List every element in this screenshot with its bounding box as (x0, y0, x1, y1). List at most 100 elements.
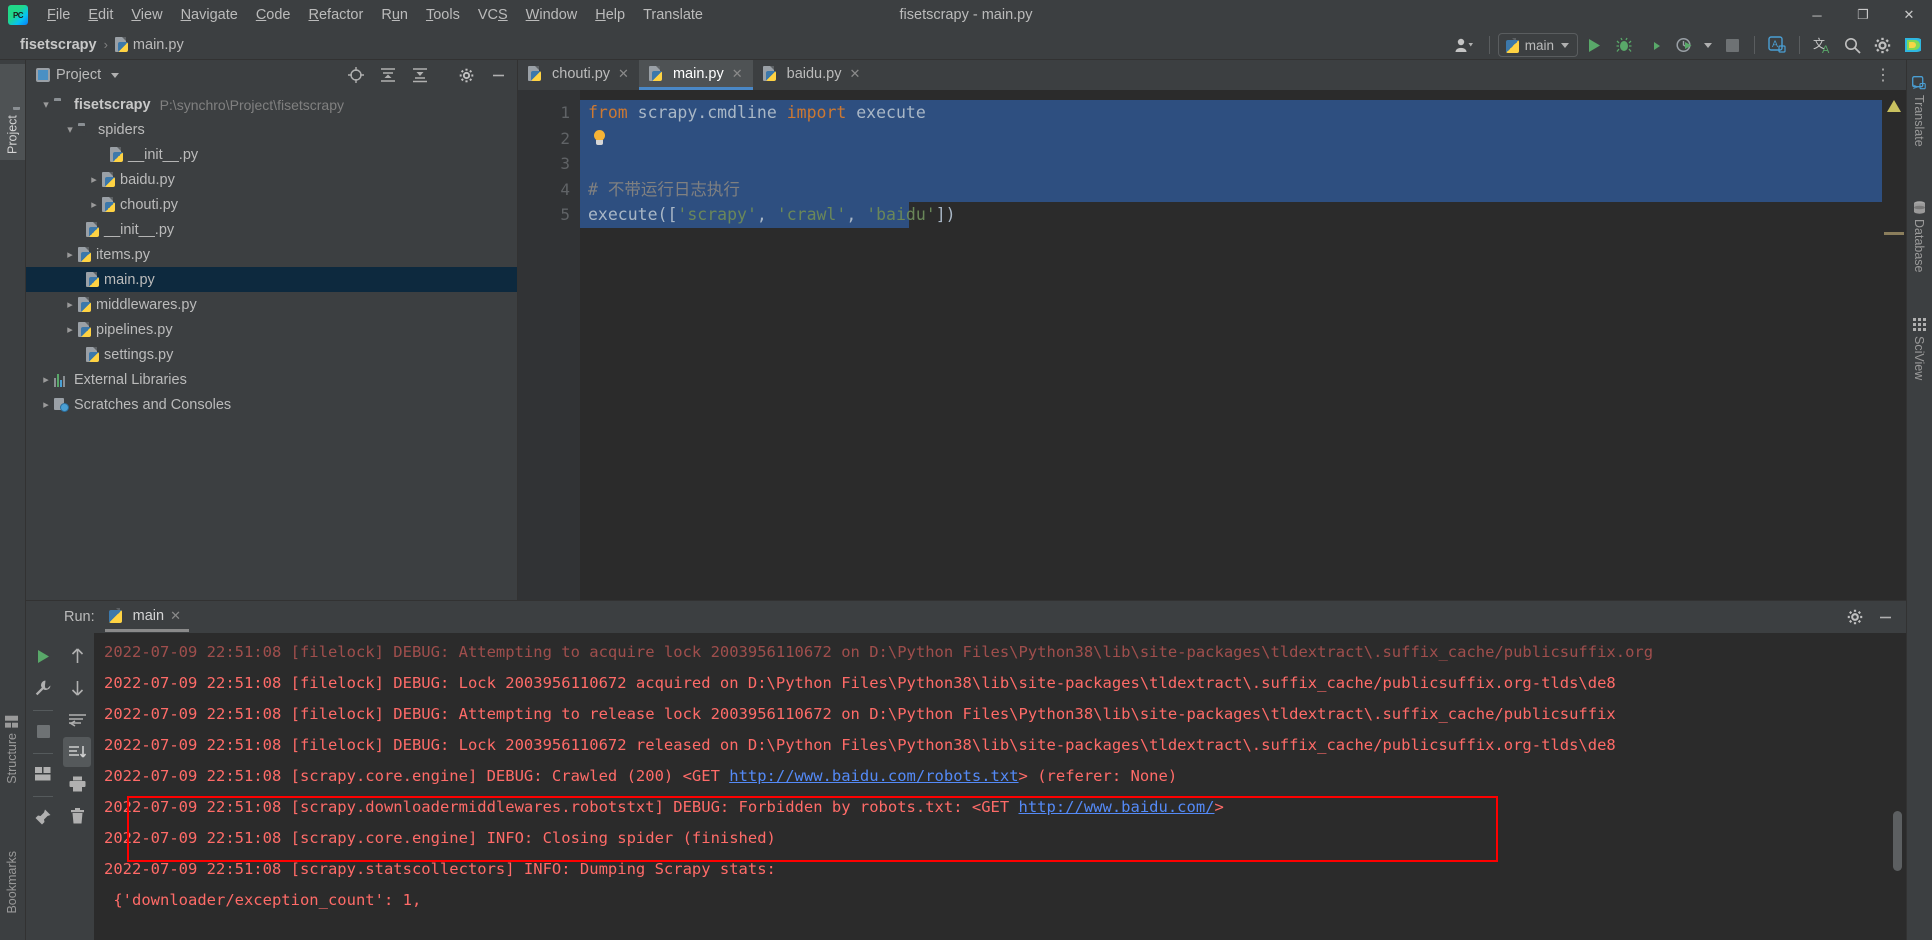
chevron-right-icon[interactable]: ▸ (62, 297, 78, 313)
code-line-3[interactable] (580, 151, 1882, 177)
run-configuration-selector[interactable]: main (1497, 33, 1578, 57)
menu-vcs[interactable]: VCS (469, 4, 517, 26)
run-button[interactable] (1580, 32, 1608, 58)
menu-refactor[interactable]: Refactor (300, 4, 373, 26)
profile-dropdown-button[interactable] (1700, 32, 1716, 58)
chevron-right-icon[interactable]: ▸ (86, 172, 102, 188)
close-icon[interactable]: ✕ (170, 608, 181, 624)
rainbow-plugin-icon[interactable] (1898, 32, 1926, 58)
code-line-4[interactable]: # 不带运行日志执行 (580, 176, 1882, 202)
chevron-down-icon[interactable] (111, 72, 120, 78)
maximize-button[interactable]: ❐ (1840, 0, 1886, 30)
clear-all-button[interactable] (63, 801, 91, 831)
console-scrollbar[interactable] (1893, 811, 1902, 871)
breadcrumb-file[interactable]: main.py (133, 37, 184, 53)
tree-row-middlewares[interactable]: ▸ middlewares.py (26, 292, 517, 317)
sidebar-item-project[interactable]: Project (0, 64, 25, 160)
more-options-icon[interactable]: ⋮ (1869, 65, 1898, 85)
chevron-right-icon[interactable]: ▸ (38, 397, 54, 413)
menu-run[interactable]: Run (372, 4, 417, 26)
tree-row-fisetscrapy[interactable]: ▾ fisetscrapy P:\synchro\Project\fisetsc… (26, 92, 517, 117)
code-line-5[interactable]: execute(['scrapy', 'crawl', 'baidu']) (580, 202, 956, 228)
code-line-2[interactable] (580, 125, 1882, 151)
tree-row-spiders-init[interactable]: __init__.py (26, 142, 517, 167)
tree-row-scratches[interactable]: ▸ Scratches and Consoles (26, 392, 517, 417)
warning-triangle-icon[interactable] (1887, 100, 1901, 112)
expand-all-button[interactable] (375, 63, 401, 87)
sidebar-item-sciview[interactable]: SciView (1907, 312, 1931, 386)
sidebar-item-structure[interactable]: Structure (0, 709, 24, 790)
editor-tab-main[interactable]: main.py ✕ (638, 60, 753, 90)
tree-row-pipelines[interactable]: ▸ pipelines.py (26, 317, 517, 342)
close-icon[interactable]: ✕ (732, 66, 743, 82)
editor-tab-chouti[interactable]: chouti.py ✕ (518, 60, 639, 90)
rerun-button[interactable] (29, 641, 57, 671)
stop-button[interactable] (29, 716, 57, 746)
print-button[interactable] (63, 769, 91, 799)
soft-wrap-button[interactable] (63, 705, 91, 735)
stop-button[interactable] (1718, 32, 1746, 58)
gear-icon[interactable] (1868, 32, 1896, 58)
console-link[interactable]: http://www.baidu.com/ (1019, 798, 1215, 816)
close-icon[interactable]: ✕ (618, 66, 629, 82)
project-tree[interactable]: ▾ fisetscrapy P:\synchro\Project\fisetsc… (26, 90, 517, 600)
down-stack-button[interactable] (63, 673, 91, 703)
chevron-right-icon[interactable]: ▸ (62, 247, 78, 263)
user-avatar-icon[interactable] (1447, 32, 1481, 58)
code-line-1[interactable]: from scrapy.cmdline import execute (580, 100, 1882, 126)
sidebar-item-bookmarks[interactable]: Bookmarks (0, 845, 24, 920)
collapse-all-button[interactable] (407, 63, 433, 87)
code-editor[interactable]: 1 2 3 4 5 from scrapy.cmdline import exe… (518, 90, 1906, 600)
debug-button[interactable] (1610, 32, 1638, 58)
run-with-coverage-button[interactable] (1640, 32, 1668, 58)
translate-chars-icon[interactable]: 文A (1808, 32, 1836, 58)
menu-tools[interactable]: Tools (417, 4, 469, 26)
tree-row-settings[interactable]: settings.py (26, 342, 517, 367)
run-settings-button[interactable] (1842, 605, 1868, 629)
up-stack-button[interactable] (63, 641, 91, 671)
editor-tab-baidu[interactable]: baidu.py ✕ (753, 60, 871, 90)
tree-row-chouti[interactable]: ▸ chouti.py (26, 192, 517, 217)
console-output[interactable]: 2022-07-09 22:51:08 [filelock] DEBUG: At… (94, 633, 1906, 940)
close-button[interactable]: ✕ (1886, 0, 1932, 30)
chevron-right-icon[interactable]: ▸ (62, 322, 78, 338)
select-opened-file-button[interactable] (343, 63, 369, 87)
intention-bulb-icon[interactable] (592, 129, 607, 147)
sidebar-item-translate[interactable]: A Translate (1907, 70, 1931, 153)
tree-row-init[interactable]: __init__.py (26, 217, 517, 242)
tree-row-spiders[interactable]: ▾ spiders (26, 117, 517, 142)
menu-view[interactable]: View (122, 4, 171, 26)
menu-edit[interactable]: Edit (79, 4, 122, 26)
hide-panel-button[interactable] (485, 63, 511, 87)
tree-row-items[interactable]: ▸ items.py (26, 242, 517, 267)
translate-box-icon[interactable]: A (1763, 32, 1791, 58)
menu-file[interactable]: File (38, 4, 79, 26)
chevron-down-icon[interactable]: ▾ (62, 122, 78, 138)
chevron-right-icon[interactable]: ▸ (38, 372, 54, 388)
menu-code[interactable]: Code (247, 4, 300, 26)
sidebar-item-database[interactable]: Database (1907, 195, 1931, 279)
edit-configuration-button[interactable] (29, 673, 57, 703)
run-tab-main[interactable]: main ✕ (104, 602, 189, 632)
run-hide-button[interactable] (1872, 605, 1898, 629)
menu-navigate[interactable]: Navigate (172, 4, 247, 26)
scroll-to-end-button[interactable] (63, 737, 91, 767)
console-link[interactable]: http://www.baidu.com/robots.txt (729, 767, 1018, 785)
code-content[interactable]: from scrapy.cmdline import execute # 不带运… (580, 90, 1882, 600)
pin-tab-button[interactable] (29, 802, 57, 832)
search-icon[interactable] (1838, 32, 1866, 58)
tree-row-baidu[interactable]: ▸ baidu.py (26, 167, 517, 192)
close-icon[interactable]: ✕ (849, 66, 860, 82)
minimize-button[interactable]: ─ (1794, 0, 1840, 30)
layout-button[interactable] (29, 759, 57, 789)
chevron-right-icon[interactable]: ▸ (86, 197, 102, 213)
editor-marker-gutter[interactable] (1882, 90, 1906, 600)
menu-help[interactable]: Help (586, 4, 634, 26)
chevron-down-icon[interactable]: ▾ (38, 97, 54, 113)
breadcrumb-project[interactable]: fisetscrapy (20, 37, 97, 53)
tree-row-main[interactable]: main.py (26, 267, 517, 292)
menu-window[interactable]: Window (517, 4, 587, 26)
tree-row-external-libraries[interactable]: ▸ External Libraries (26, 367, 517, 392)
menu-translate[interactable]: Translate (634, 4, 712, 26)
profile-button[interactable] (1670, 32, 1698, 58)
